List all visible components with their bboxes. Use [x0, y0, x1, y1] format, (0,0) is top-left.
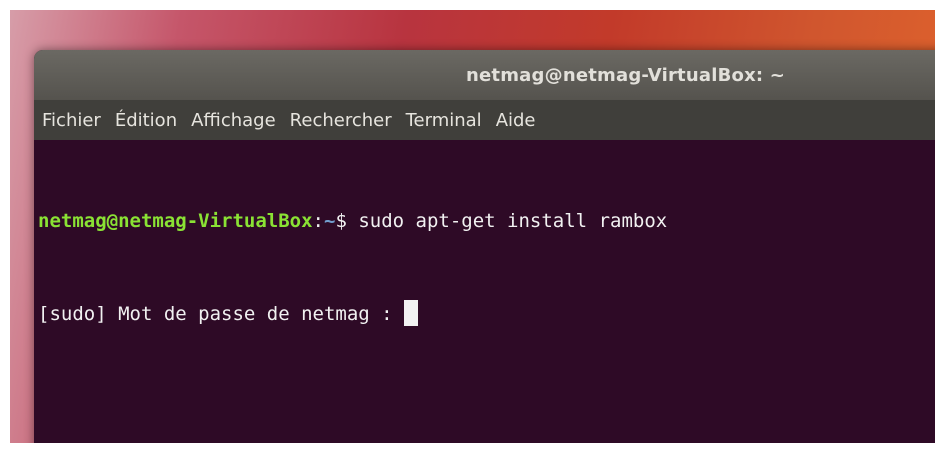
menu-affichage[interactable]: Affichage — [191, 110, 276, 131]
menu-edition[interactable]: Édition — [115, 110, 177, 131]
prompt-dollar: $ — [335, 210, 347, 232]
password-prompt-text: [sudo] Mot de passe de netmag : — [38, 303, 405, 325]
terminal-window[interactable]: netmag@netmag-VirtualBox: ~ Fichier Édit… — [34, 50, 945, 453]
prompt-separator: : — [312, 210, 324, 232]
terminal-line-password: [sudo] Mot de passe de netmag : — [38, 299, 945, 330]
terminal-line-command: netmag@netmag-VirtualBox:~$ sudo apt-get… — [38, 206, 945, 237]
text-cursor — [404, 300, 419, 326]
prompt-path: ~ — [324, 210, 336, 232]
desktop-background: netmag@netmag-VirtualBox: ~ Fichier Édit… — [0, 0, 945, 453]
terminal-output[interactable]: netmag@netmag-VirtualBox:~$ sudo apt-get… — [34, 140, 945, 453]
menu-bar: Fichier Édition Affichage Rechercher Ter… — [34, 100, 945, 140]
command-text: sudo apt-get install rambox — [346, 210, 668, 232]
menu-rechercher[interactable]: Rechercher — [290, 110, 392, 131]
window-titlebar[interactable]: netmag@netmag-VirtualBox: ~ — [34, 50, 945, 100]
menu-fichier[interactable]: Fichier — [42, 110, 101, 131]
menu-aide[interactable]: Aide — [496, 110, 536, 131]
window-title: netmag@netmag-VirtualBox: ~ — [466, 65, 786, 86]
prompt-user-host: netmag@netmag-VirtualBox — [38, 210, 313, 232]
menu-terminal[interactable]: Terminal — [406, 110, 482, 131]
